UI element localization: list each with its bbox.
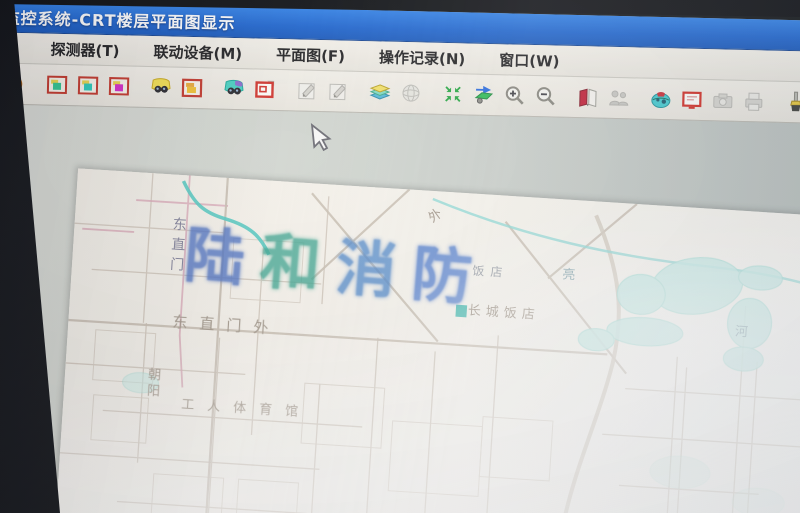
printer-disabled-icon[interactable] — [741, 88, 768, 115]
client-area: 东直门 东直门外 朝阳 工人体育馆 饭店 长城饭店 亮 河 外 陆和消防 — [0, 104, 800, 513]
watermark-char: 陆 — [182, 221, 263, 297]
search-yellow-icon[interactable] — [148, 74, 175, 101]
toolbar-separator — [640, 87, 641, 111]
map-label-chaoyang: 朝阳 — [142, 367, 163, 400]
street-map-graphic — [51, 168, 800, 513]
edit-note-icon[interactable] — [294, 77, 321, 104]
log-book-icon[interactable] — [575, 84, 602, 111]
watermark-char: 和 — [258, 227, 339, 303]
toolbar-separator — [775, 90, 776, 114]
layers-icon[interactable] — [367, 79, 394, 106]
menu-item-detectors[interactable]: 探测器(T) — [50, 38, 119, 61]
watermark-char: 消 — [333, 233, 414, 309]
camera-disabled-icon[interactable] — [710, 87, 737, 114]
toolbar-separator — [432, 82, 433, 106]
map-label-liang: 亮 — [562, 263, 576, 283]
operators-disabled-icon[interactable] — [606, 85, 633, 112]
toolbar-separator — [36, 72, 37, 96]
fit-view-icon[interactable] — [440, 81, 467, 108]
toolbar-separator — [140, 75, 141, 99]
search-teal-icon[interactable] — [221, 76, 248, 103]
toolbar-separator — [359, 80, 360, 104]
globe-disabled-icon[interactable] — [398, 80, 425, 107]
menu-item-floor-plan[interactable]: 平面图(F) — [276, 43, 345, 66]
red-frame-icon[interactable] — [252, 76, 279, 103]
watermark-char: 防 — [409, 239, 490, 315]
floor-plan-teal-icon[interactable] — [75, 72, 102, 99]
screen: 监控系统-CRT楼层平面图显示 S) 探测器(T) 联动设备(M) 平面图(F)… — [0, 1, 800, 513]
zoom-in-icon[interactable] — [502, 82, 529, 109]
menu-item-window[interactable]: 窗口(W) — [499, 49, 560, 71]
pan-tool-icon[interactable] — [471, 82, 498, 109]
menu-item-operation-log[interactable]: 操作记录(N) — [379, 46, 466, 69]
menu-item-linked-devices[interactable]: 联动设备(M) — [153, 41, 242, 64]
floor-plan-green-icon[interactable] — [44, 71, 71, 98]
paint-brush-icon[interactable] — [783, 89, 800, 116]
map-label-he: 河 — [735, 320, 749, 340]
zoom-out-icon[interactable] — [533, 83, 560, 110]
window-title: 监控系统-CRT楼层平面图显示 — [3, 5, 235, 34]
toolbar-separator — [213, 76, 214, 100]
toolbar-separator — [567, 85, 568, 109]
mouse-cursor — [306, 122, 332, 154]
floor-plan-red-icon[interactable] — [179, 75, 206, 102]
monitor-frame-icon[interactable] — [679, 86, 706, 113]
map-document[interactable]: 东直门 东直门外 朝阳 工人体育馆 饭店 长城饭店 亮 河 外 陆和消防 — [51, 168, 800, 513]
toolbar-separator — [286, 78, 287, 102]
floor-plan-magenta-icon[interactable] — [106, 73, 133, 100]
monitor-photo: 监控系统-CRT楼层平面图显示 S) 探测器(T) 联动设备(M) 平面图(F)… — [0, 0, 800, 513]
edit-note-2-icon[interactable] — [325, 78, 352, 105]
network-globe-icon[interactable] — [648, 86, 675, 113]
